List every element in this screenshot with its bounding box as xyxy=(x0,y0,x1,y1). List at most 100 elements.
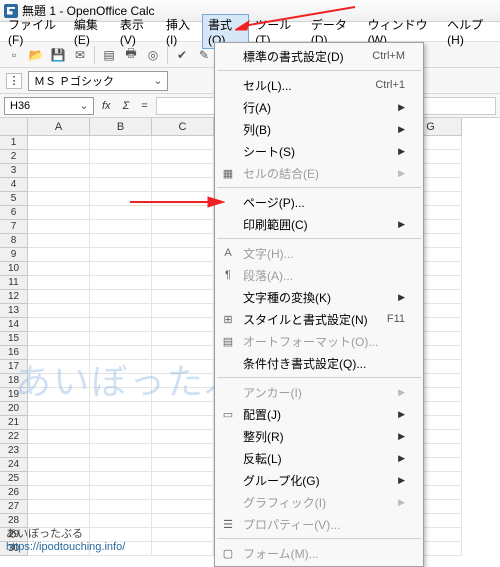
row-header[interactable]: 8 xyxy=(0,234,28,248)
preview-icon[interactable]: ◎ xyxy=(143,45,163,65)
row-header[interactable]: 22 xyxy=(0,430,28,444)
row-header[interactable]: 26 xyxy=(0,486,28,500)
menu-item[interactable]: グループ化(G)▶ xyxy=(215,469,423,491)
row-header[interactable]: 17 xyxy=(0,360,28,374)
cell[interactable] xyxy=(152,206,214,220)
cell[interactable] xyxy=(28,234,90,248)
cell[interactable] xyxy=(28,430,90,444)
row-header[interactable]: 18 xyxy=(0,374,28,388)
menu-item[interactable]: 反転(L)▶ xyxy=(215,447,423,469)
cell[interactable] xyxy=(28,262,90,276)
cell[interactable] xyxy=(28,192,90,206)
menu-item[interactable]: 列(B)▶ xyxy=(215,118,423,140)
cell[interactable] xyxy=(90,220,152,234)
cell[interactable] xyxy=(28,346,90,360)
menu-item[interactable]: 文字種の変換(K)▶ xyxy=(215,286,423,308)
menubar-item[interactable]: 表示(V) xyxy=(114,14,160,49)
cell[interactable] xyxy=(28,472,90,486)
row-header[interactable]: 10 xyxy=(0,262,28,276)
cell[interactable] xyxy=(152,402,214,416)
cell[interactable] xyxy=(28,164,90,178)
cell[interactable] xyxy=(90,304,152,318)
export-pdf-icon[interactable]: ▤ xyxy=(99,45,119,65)
cell[interactable] xyxy=(90,402,152,416)
cell[interactable] xyxy=(152,514,214,528)
menu-item[interactable]: 印刷範囲(C)▶ xyxy=(215,213,423,235)
autocheck-icon[interactable]: ✎ xyxy=(194,45,214,65)
cell[interactable] xyxy=(28,514,90,528)
cell[interactable] xyxy=(28,458,90,472)
row-header[interactable]: 5 xyxy=(0,192,28,206)
open-icon[interactable]: 📂 xyxy=(26,45,46,65)
name-box[interactable]: H36 ⌄ xyxy=(4,97,94,115)
cell[interactable] xyxy=(152,262,214,276)
cell[interactable] xyxy=(90,500,152,514)
cell[interactable] xyxy=(28,388,90,402)
cell[interactable] xyxy=(28,332,90,346)
menu-item[interactable]: 行(A)▶ xyxy=(215,96,423,118)
cell[interactable] xyxy=(152,192,214,206)
cell[interactable] xyxy=(152,472,214,486)
cell[interactable] xyxy=(152,234,214,248)
cell[interactable] xyxy=(90,192,152,206)
cell[interactable] xyxy=(28,528,90,542)
cell[interactable] xyxy=(90,234,152,248)
cell[interactable] xyxy=(28,150,90,164)
print-icon[interactable]: 🖶 xyxy=(121,45,141,65)
row-header[interactable]: 12 xyxy=(0,290,28,304)
mail-icon[interactable]: ✉ xyxy=(70,45,90,65)
menu-item[interactable]: シート(S)▶ xyxy=(215,140,423,162)
cell[interactable] xyxy=(28,248,90,262)
row-header[interactable]: 21 xyxy=(0,416,28,430)
cell[interactable] xyxy=(152,444,214,458)
cell[interactable] xyxy=(28,220,90,234)
cell[interactable] xyxy=(28,444,90,458)
cell[interactable] xyxy=(28,206,90,220)
styles-icon[interactable]: ⋮ xyxy=(6,73,22,89)
cell[interactable] xyxy=(152,374,214,388)
cell[interactable] xyxy=(152,500,214,514)
cell[interactable] xyxy=(90,374,152,388)
cell[interactable] xyxy=(152,290,214,304)
cell[interactable] xyxy=(152,360,214,374)
cell[interactable] xyxy=(152,150,214,164)
cell[interactable] xyxy=(28,374,90,388)
row-header[interactable]: 13 xyxy=(0,304,28,318)
cell[interactable] xyxy=(90,318,152,332)
cell[interactable] xyxy=(152,528,214,542)
row-header[interactable]: 6 xyxy=(0,206,28,220)
cell[interactable] xyxy=(28,360,90,374)
cell[interactable] xyxy=(152,346,214,360)
row-header[interactable]: 30 xyxy=(0,542,28,556)
cell[interactable] xyxy=(90,178,152,192)
menubar-item[interactable]: ヘルプ(H) xyxy=(441,14,498,49)
menubar-item[interactable]: 挿入(I) xyxy=(160,14,202,49)
cell[interactable] xyxy=(90,206,152,220)
row-header[interactable]: 1 xyxy=(0,136,28,150)
cell[interactable] xyxy=(152,430,214,444)
cell[interactable] xyxy=(90,388,152,402)
row-header[interactable]: 9 xyxy=(0,248,28,262)
row-header[interactable]: 7 xyxy=(0,220,28,234)
row-header[interactable]: 11 xyxy=(0,276,28,290)
cell[interactable] xyxy=(90,542,152,556)
column-header[interactable]: C xyxy=(152,118,214,136)
menu-item[interactable]: 整列(R)▶ xyxy=(215,425,423,447)
row-header[interactable]: 19 xyxy=(0,388,28,402)
cell[interactable] xyxy=(90,136,152,150)
cell[interactable] xyxy=(152,332,214,346)
cell[interactable] xyxy=(90,332,152,346)
row-header[interactable]: 24 xyxy=(0,458,28,472)
cell[interactable] xyxy=(152,416,214,430)
cell[interactable] xyxy=(152,276,214,290)
save-icon[interactable]: 💾 xyxy=(48,45,68,65)
menu-item[interactable]: セル(L)...Ctrl+1 xyxy=(215,74,423,96)
column-header[interactable]: B xyxy=(90,118,152,136)
spellcheck-icon[interactable]: ✔ xyxy=(172,45,192,65)
row-header[interactable]: 20 xyxy=(0,402,28,416)
new-doc-icon[interactable]: ▫ xyxy=(4,45,24,65)
row-header[interactable]: 29 xyxy=(0,528,28,542)
cell[interactable] xyxy=(90,486,152,500)
font-name-select[interactable]: ＭＳ Ｐゴシック ⌄ xyxy=(28,71,168,91)
menu-item[interactable]: ⊞スタイルと書式設定(N)F11 xyxy=(215,308,423,330)
